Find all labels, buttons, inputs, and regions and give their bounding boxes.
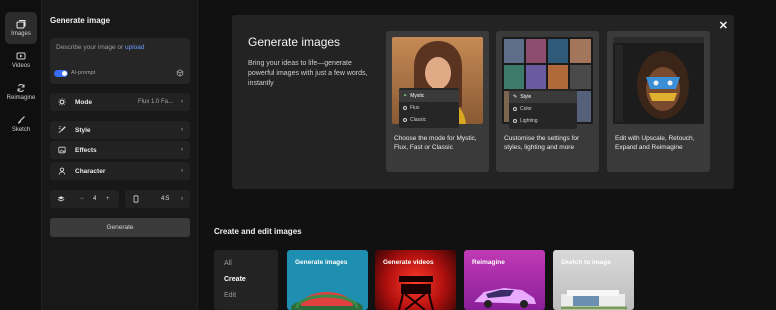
chevron-right-icon: › [181, 99, 183, 105]
chevron-right-icon: › [181, 127, 183, 133]
style-label: Style [75, 127, 91, 134]
mode-value: Flux 1.0 Fa... [137, 99, 173, 105]
layers-icon [57, 196, 65, 202]
menu-item: ✎ Style [509, 91, 577, 103]
image-count-stepper[interactable]: − 4 + [50, 190, 119, 208]
rail-label: Videos [11, 63, 31, 69]
lighting-icon [513, 119, 517, 123]
phone-frame-icon [133, 195, 139, 203]
card-caption: Choose the mode for Mystic, Flux, Fast o… [394, 135, 477, 151]
tile-label: Generate videos [383, 259, 434, 266]
tile-label: Generate images [295, 259, 348, 266]
style-icon: ✎ [513, 94, 518, 100]
editor-preview-image [613, 37, 704, 124]
left-rail: Images Videos Reimagine Sketch [0, 0, 42, 310]
close-icon[interactable]: ✕ [719, 19, 728, 32]
rail-label: Reimagine [6, 95, 36, 101]
brush-icon [18, 116, 25, 124]
image-stack-icon [16, 20, 26, 29]
radio-icon [403, 106, 407, 110]
rail-label: Images [11, 31, 31, 37]
chevron-right-icon: › [181, 196, 183, 202]
effects-selector[interactable]: Effects › [50, 141, 190, 159]
tile-generate-videos[interactable]: Generate videos [375, 250, 456, 310]
sparkle-icon: ✦ [403, 93, 408, 99]
rail-item-videos[interactable]: Videos [5, 44, 37, 76]
mode-selector[interactable]: Mode Flux 1.0 Fa... › [50, 93, 190, 111]
mode-preview-menu: ✦ Mystic Flux Classic [399, 88, 459, 128]
prompt-placeholder-text: Describe your image or [56, 44, 124, 51]
category-edit[interactable]: Edit [224, 292, 236, 299]
style-selector[interactable]: Style › [50, 121, 190, 139]
dialog-description: Bring your ideas to life—generate powerf… [248, 60, 368, 87]
radio-icon [403, 118, 407, 122]
tile-generate-images[interactable]: Generate images [287, 250, 368, 310]
generate-panel: Generate image Describe your image or up… [42, 0, 198, 310]
count-increment-button[interactable]: + [106, 196, 110, 202]
app-root: Images Videos Reimagine Sketch Generate … [0, 0, 776, 310]
rail-item-reimagine[interactable]: Reimagine [5, 76, 37, 108]
menu-item: Classic [399, 114, 459, 126]
tile-label: Sketch to image [561, 259, 611, 266]
chevron-right-icon: › [181, 147, 183, 153]
count-decrement-button[interactable]: − [80, 196, 84, 202]
onboarding-dialog: ✕ Generate images Bring your ideas to li… [232, 15, 734, 189]
category-create[interactable]: Create [224, 276, 246, 283]
feature-card-edit: Edit with Upscale, Retouch, Expand and R… [607, 31, 710, 172]
generate-button[interactable]: Generate [50, 218, 190, 237]
video-icon [16, 52, 26, 60]
dialog-title: Generate images [248, 35, 341, 49]
tile-label: Reimagine [472, 259, 505, 266]
rail-item-images[interactable]: Images [5, 12, 37, 44]
card-caption: Customise the settings for styles, light… [504, 135, 580, 151]
category-filter: All Create Edit [214, 250, 278, 310]
user-icon [58, 167, 66, 175]
menu-item: Lighting [509, 115, 577, 127]
palette-icon [58, 126, 66, 134]
color-icon [513, 107, 517, 111]
prompt-input[interactable]: Describe your image or upload AI-prompt [50, 38, 190, 84]
refresh-icon [17, 84, 25, 92]
rail-label: Sketch [11, 127, 31, 133]
card-caption: Edit with Upscale, Retouch, Expand and R… [615, 135, 695, 151]
menu-item: Color [509, 103, 577, 115]
image-effects-icon [58, 146, 66, 154]
upload-link[interactable]: upload [125, 44, 145, 51]
cube-icon[interactable] [176, 69, 184, 77]
panel-title: Generate image [50, 16, 111, 25]
prompt-placeholder: Describe your image or upload [56, 44, 145, 51]
tile-reimagine[interactable]: Reimagine [464, 250, 545, 310]
feature-card-mode: ✦ Mystic Flux Classic Choose the mode for… [386, 31, 489, 172]
character-selector[interactable]: Character › [50, 162, 190, 180]
count-value: 4 [93, 196, 97, 202]
aspect-ratio-value: 4:5 [161, 196, 170, 202]
main-content: ✕ Generate images Bring your ideas to li… [198, 0, 776, 310]
category-all[interactable]: All [224, 260, 232, 267]
character-label: Character [75, 168, 106, 175]
feature-card-settings: ✎ Style Color Lighting Customise the sett… [496, 31, 599, 172]
ai-prompt-label: AI-prompt [71, 70, 96, 76]
menu-item: ✦ Mystic [399, 90, 459, 102]
mode-label: Mode [75, 99, 92, 106]
ai-prompt-toggle[interactable] [54, 70, 68, 77]
aspect-ratio-selector[interactable]: 4:5 › [125, 190, 190, 208]
settings-preview-menu: ✎ Style Color Lighting [509, 89, 577, 129]
effects-label: Effects [75, 147, 97, 154]
rail-item-sketch[interactable]: Sketch [5, 108, 37, 140]
tile-sketch-to-image[interactable]: Sketch to image [553, 250, 634, 310]
gear-icon [58, 98, 66, 106]
section-title: Create and edit images [214, 227, 302, 236]
menu-item: Flux [399, 102, 459, 114]
chevron-right-icon: › [181, 168, 183, 174]
